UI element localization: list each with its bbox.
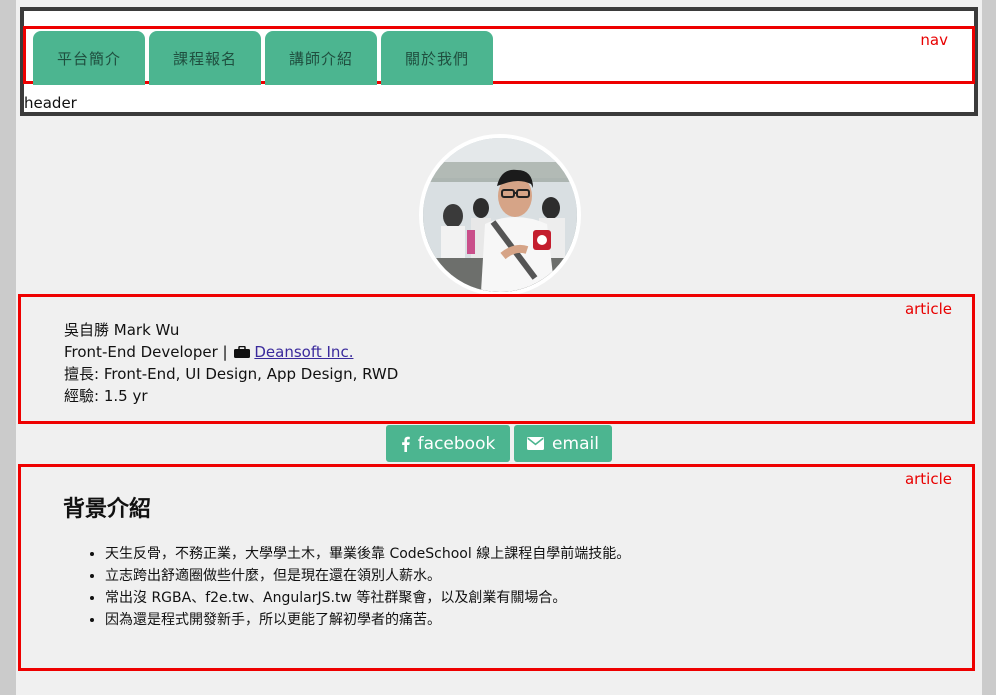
profile-article: article 吳自勝 Mark Wu Front-End Developer … (18, 294, 975, 424)
background-title: 背景介紹 (63, 497, 152, 522)
nav-tab-instructors[interactable]: 講師介紹 (265, 31, 377, 85)
profile-info: 吳自勝 Mark Wu Front-End Developer | Deanso… (64, 319, 398, 407)
profile-role: Front-End Developer | (64, 343, 233, 361)
list-item: 天生反骨，不務正業，大學學土木，畢業後靠 CodeSchool 線上課程自學前端… (105, 543, 630, 565)
nav-debug-label: nav (920, 31, 948, 49)
list-item: 立志跨出舒適圈做些什麼，但是現在還在領別人薪水。 (105, 565, 630, 587)
profile-experience: 經驗: 1.5 yr (64, 387, 148, 405)
header-debug-label: header (24, 94, 77, 112)
list-item: 因為還是程式開發新手，所以更能了解初學者的痛苦。 (105, 609, 630, 631)
background-list: 天生反骨，不務正業，大學學土木，畢業後靠 CodeSchool 線上課程自學前端… (85, 543, 630, 631)
profile-name: 吳自勝 Mark Wu (64, 321, 180, 339)
nav-bar: 平台簡介 課程報名 講師介紹 關於我們 nav (23, 26, 975, 85)
social-buttons: facebook email (386, 425, 612, 462)
nav-tabs: 平台簡介 課程報名 講師介紹 關於我們 (33, 31, 493, 85)
profile-photo (419, 134, 581, 296)
background-article: article 背景介紹 天生反骨，不務正業，大學學土木，畢業後靠 CodeSc… (18, 464, 975, 671)
facebook-button[interactable]: facebook (386, 425, 510, 462)
company-link[interactable]: Deansoft Inc. (254, 343, 353, 361)
nav-tab-about-us[interactable]: 關於我們 (381, 31, 493, 85)
email-button[interactable]: email (514, 425, 612, 462)
facebook-icon (401, 436, 410, 452)
article-debug-label: article (904, 470, 952, 488)
envelope-icon (527, 437, 545, 450)
page: 平台簡介 課程報名 講師介紹 關於我們 nav header article 吳… (16, 0, 982, 695)
facebook-label: facebook (417, 433, 496, 454)
profile-skills: 擅長: Front-End, UI Design, App Design, RW… (64, 365, 399, 383)
nav-tab-platform-intro[interactable]: 平台簡介 (33, 31, 145, 85)
profile-role-line: Front-End Developer | Deansoft Inc. (64, 341, 398, 363)
article-debug-label: article (904, 300, 952, 318)
nav-tab-course-signup[interactable]: 課程報名 (149, 31, 261, 85)
briefcase-icon (234, 346, 251, 358)
email-label: email (552, 433, 599, 454)
profile-photo-icon (423, 138, 577, 292)
header: 平台簡介 課程報名 講師介紹 關於我們 nav header (20, 7, 978, 116)
list-item: 常出沒 RGBA、f2e.tw、AngularJS.tw 等社群聚會，以及創業有… (105, 587, 630, 609)
